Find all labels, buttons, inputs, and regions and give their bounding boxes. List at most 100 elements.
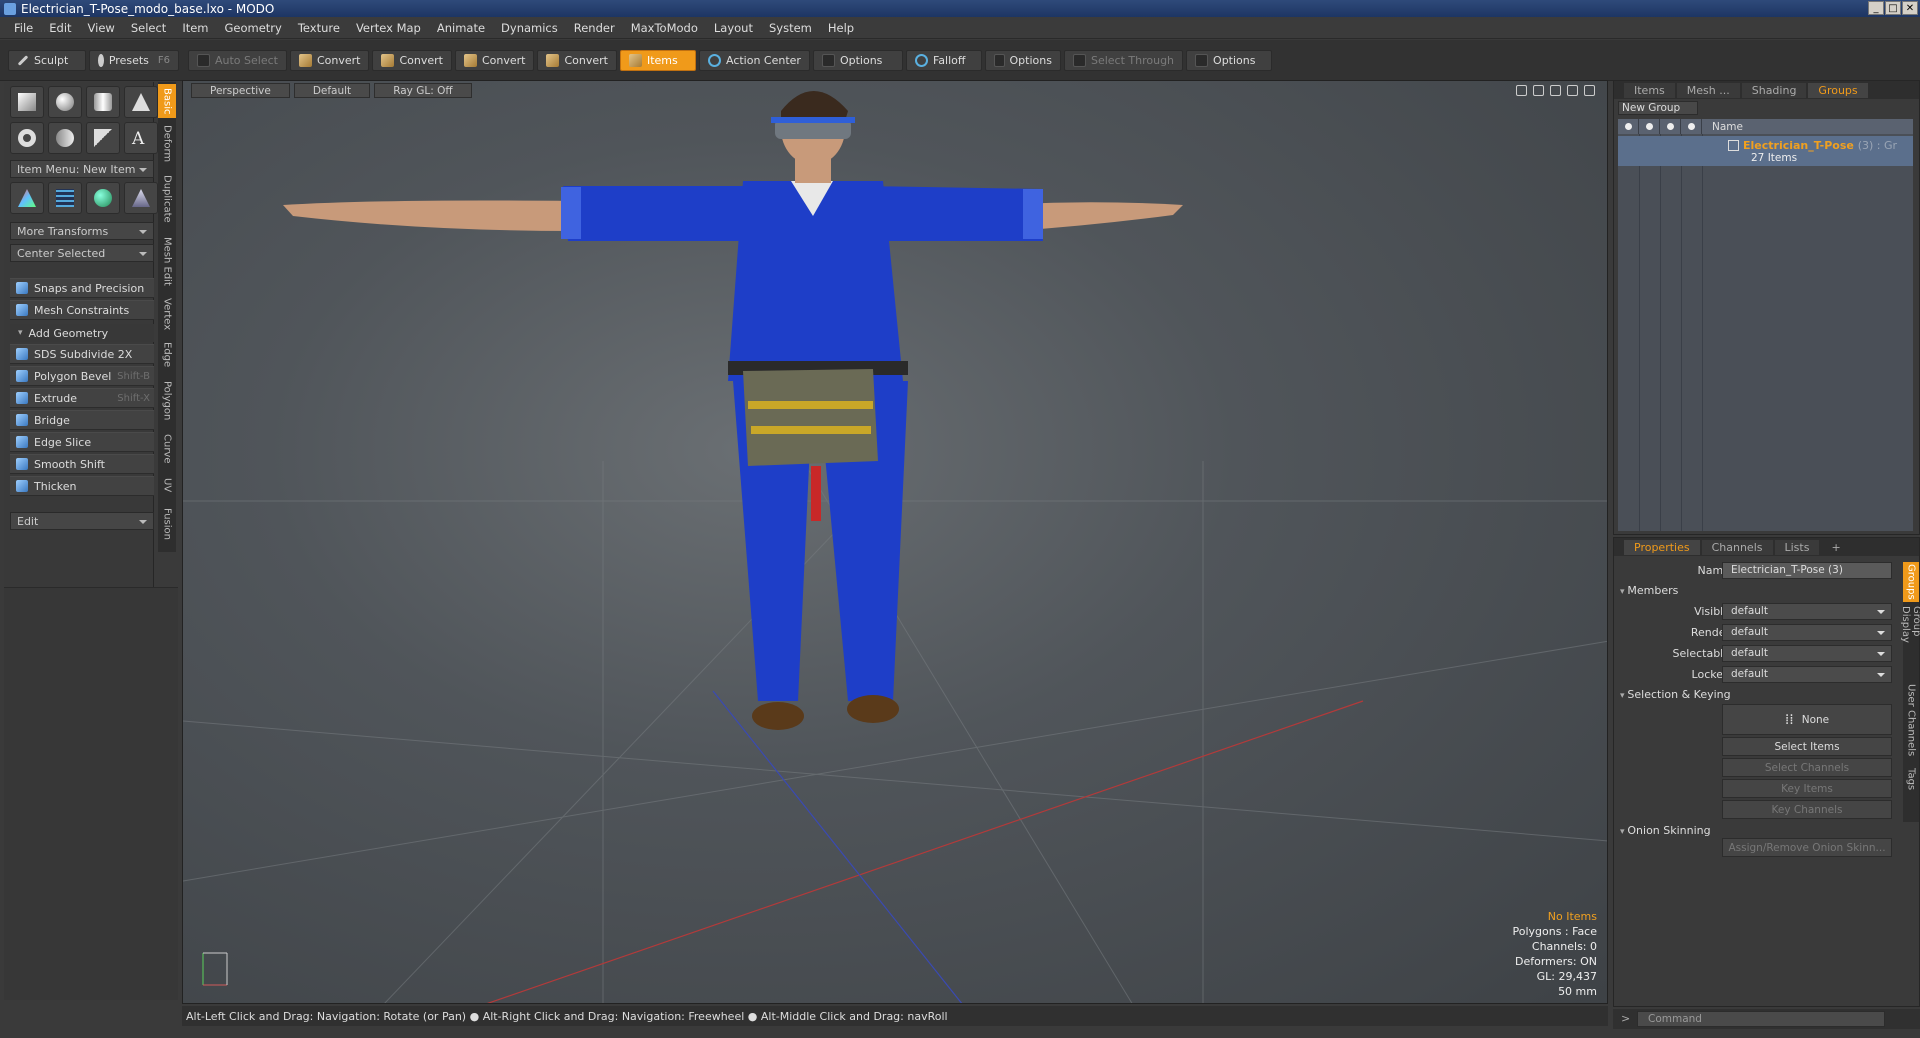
locked-dropdown[interactable]: default [1722, 665, 1892, 683]
tab-items[interactable]: Items [1624, 82, 1675, 98]
menu-animate[interactable]: Animate [429, 21, 493, 35]
tab-tags[interactable]: Tags [1903, 764, 1919, 794]
grid-tool[interactable] [48, 182, 82, 214]
menu-edit[interactable]: Edit [41, 21, 79, 35]
text-tool[interactable]: A [124, 122, 158, 154]
tab-mesh[interactable]: Mesh ... [1676, 82, 1740, 98]
tab-uv[interactable]: UV [158, 472, 176, 498]
select-through-button[interactable]: Select Through [1063, 49, 1184, 71]
auto-select-button[interactable]: Auto Select [188, 49, 287, 71]
edit-dropdown[interactable]: Edit [10, 512, 154, 530]
menu-render[interactable]: Render [566, 21, 623, 35]
key-items-button[interactable]: Key Items [1722, 779, 1892, 798]
command-input[interactable]: Command [1637, 1011, 1885, 1027]
tab-groups[interactable]: Groups [1808, 82, 1868, 98]
none-button[interactable]: ⁞⁞ None [1722, 704, 1892, 735]
mesh-constraints-button[interactable]: Mesh Constraints [10, 300, 154, 320]
raygl-button[interactable]: Ray GL: Off [374, 83, 472, 98]
tube-tool[interactable] [48, 122, 82, 154]
tab-lists[interactable]: Lists [1774, 539, 1820, 555]
sphere-tool[interactable] [48, 86, 82, 118]
group-row[interactable]: Electrician_T-Pose (3) : Gr 27 Items [1618, 136, 1913, 166]
assign-onion-skin-button[interactable]: Assign/Remove Onion Skinn... [1722, 838, 1892, 857]
character-model[interactable] [283, 91, 1183, 730]
select-channels-button[interactable]: Select Channels [1722, 758, 1892, 777]
more-transforms-dropdown[interactable]: More Transforms [10, 222, 154, 240]
menu-dynamics[interactable]: Dynamics [493, 21, 566, 35]
menu-layout[interactable]: Layout [706, 21, 761, 35]
torus-tool[interactable] [10, 122, 44, 154]
tab-duplicate[interactable]: Duplicate [158, 170, 176, 228]
action-center-options-button[interactable]: Options [812, 49, 903, 71]
falloff-options-button[interactable]: Options [984, 49, 1061, 71]
key-channels-button[interactable]: Key Channels [1722, 800, 1892, 819]
close-button[interactable]: ✕ [1902, 1, 1918, 15]
group-list[interactable]: Electrician_T-Pose (3) : Gr 27 Items [1618, 134, 1913, 531]
unbox-tool[interactable] [10, 182, 44, 214]
tool-extrude[interactable]: Extrude Shift-X [10, 388, 154, 408]
tool-bridge[interactable]: Bridge [10, 410, 154, 430]
tab-channels[interactable]: Channels [1701, 539, 1773, 555]
menu-system[interactable]: System [761, 21, 820, 35]
menu-maxtomodo[interactable]: MaxToModo [623, 21, 706, 35]
tab-deform[interactable]: Deform [158, 122, 176, 166]
members-section[interactable]: Members [1620, 584, 1678, 597]
group-name-field[interactable]: Electrician_T-Pose (3) [1722, 561, 1892, 579]
tab-curve[interactable]: Curve [158, 430, 176, 468]
menu-item[interactable]: Item [174, 21, 216, 35]
shading-style-button[interactable]: Default [293, 83, 371, 98]
tab-edge[interactable]: Edge [158, 338, 176, 372]
maximize-button[interactable]: □ [1885, 1, 1901, 15]
tab-shading[interactable]: Shading [1741, 82, 1807, 98]
snaps-precision-button[interactable]: Snaps and Precision [10, 278, 154, 298]
tab-properties[interactable]: Properties [1624, 539, 1700, 555]
fit-icon[interactable] [1567, 85, 1578, 96]
render-column-icon[interactable] [1639, 119, 1660, 134]
pan-icon[interactable] [1516, 85, 1527, 96]
presets-button[interactable]: Presets F6 [89, 49, 179, 71]
menu-texture[interactable]: Texture [290, 21, 348, 35]
add-geometry-section[interactable]: Add Geometry [10, 324, 154, 342]
items-mode-button[interactable]: Items [619, 49, 696, 71]
convert-button-1[interactable]: Convert [289, 49, 370, 71]
tool-polygon-bevel[interactable]: Polygon Bevel Shift-B [10, 366, 154, 386]
tool-smooth-shift[interactable]: Smooth Shift [10, 454, 154, 474]
menu-help[interactable]: Help [820, 21, 862, 35]
menu-view[interactable]: View [80, 21, 123, 35]
settings-icon[interactable] [1584, 85, 1595, 96]
onion-skinning-section[interactable]: Onion Skinning [1620, 824, 1710, 837]
pyramid-tool[interactable] [124, 182, 158, 214]
select-column-icon[interactable] [1681, 119, 1702, 134]
visibility-column-icon[interactable] [1618, 119, 1639, 134]
rotate-icon[interactable] [1533, 85, 1544, 96]
globe-tool[interactable] [86, 182, 120, 214]
action-center-button[interactable]: Action Center [698, 49, 810, 71]
tab-vertex[interactable]: Vertex [158, 294, 176, 334]
tab-groups-side[interactable]: Groups [1903, 562, 1919, 602]
tab-group-display[interactable]: Group Display [1900, 606, 1920, 676]
3d-viewport[interactable]: Perspective Default Ray GL: Off No Items… [182, 80, 1608, 1004]
view-type-button[interactable]: Perspective [191, 83, 290, 98]
convert-button-4[interactable]: Convert [537, 49, 617, 71]
tool-thicken[interactable]: Thicken [10, 476, 154, 496]
tool-edge-slice[interactable]: Edge Slice [10, 432, 154, 452]
tab-polygon[interactable]: Polygon [158, 376, 176, 426]
zoom-icon[interactable] [1550, 85, 1561, 96]
name-column-header[interactable]: Name [1702, 121, 1743, 133]
pen-tool[interactable] [86, 122, 120, 154]
selectable-dropdown[interactable]: default [1722, 644, 1892, 662]
minimize-button[interactable]: _ [1868, 1, 1884, 15]
cylinder-tool[interactable] [86, 86, 120, 118]
convert-button-3[interactable]: Convert [454, 49, 535, 71]
menu-geometry[interactable]: Geometry [217, 21, 290, 35]
cone-tool[interactable] [124, 86, 158, 118]
lock-column-icon[interactable] [1660, 119, 1681, 134]
cube-tool[interactable] [10, 86, 44, 118]
render-dropdown[interactable]: default [1722, 623, 1892, 641]
tab-user-channels[interactable]: User Channels [1903, 680, 1919, 760]
center-selected-dropdown[interactable]: Center Selected [10, 244, 154, 262]
falloff-button[interactable]: Falloff [905, 49, 982, 71]
tab-mesh-edit[interactable]: Mesh Edit [158, 232, 176, 290]
select-items-button[interactable]: Select Items [1722, 737, 1892, 756]
selection-keying-section[interactable]: Selection & Keying [1620, 688, 1730, 701]
